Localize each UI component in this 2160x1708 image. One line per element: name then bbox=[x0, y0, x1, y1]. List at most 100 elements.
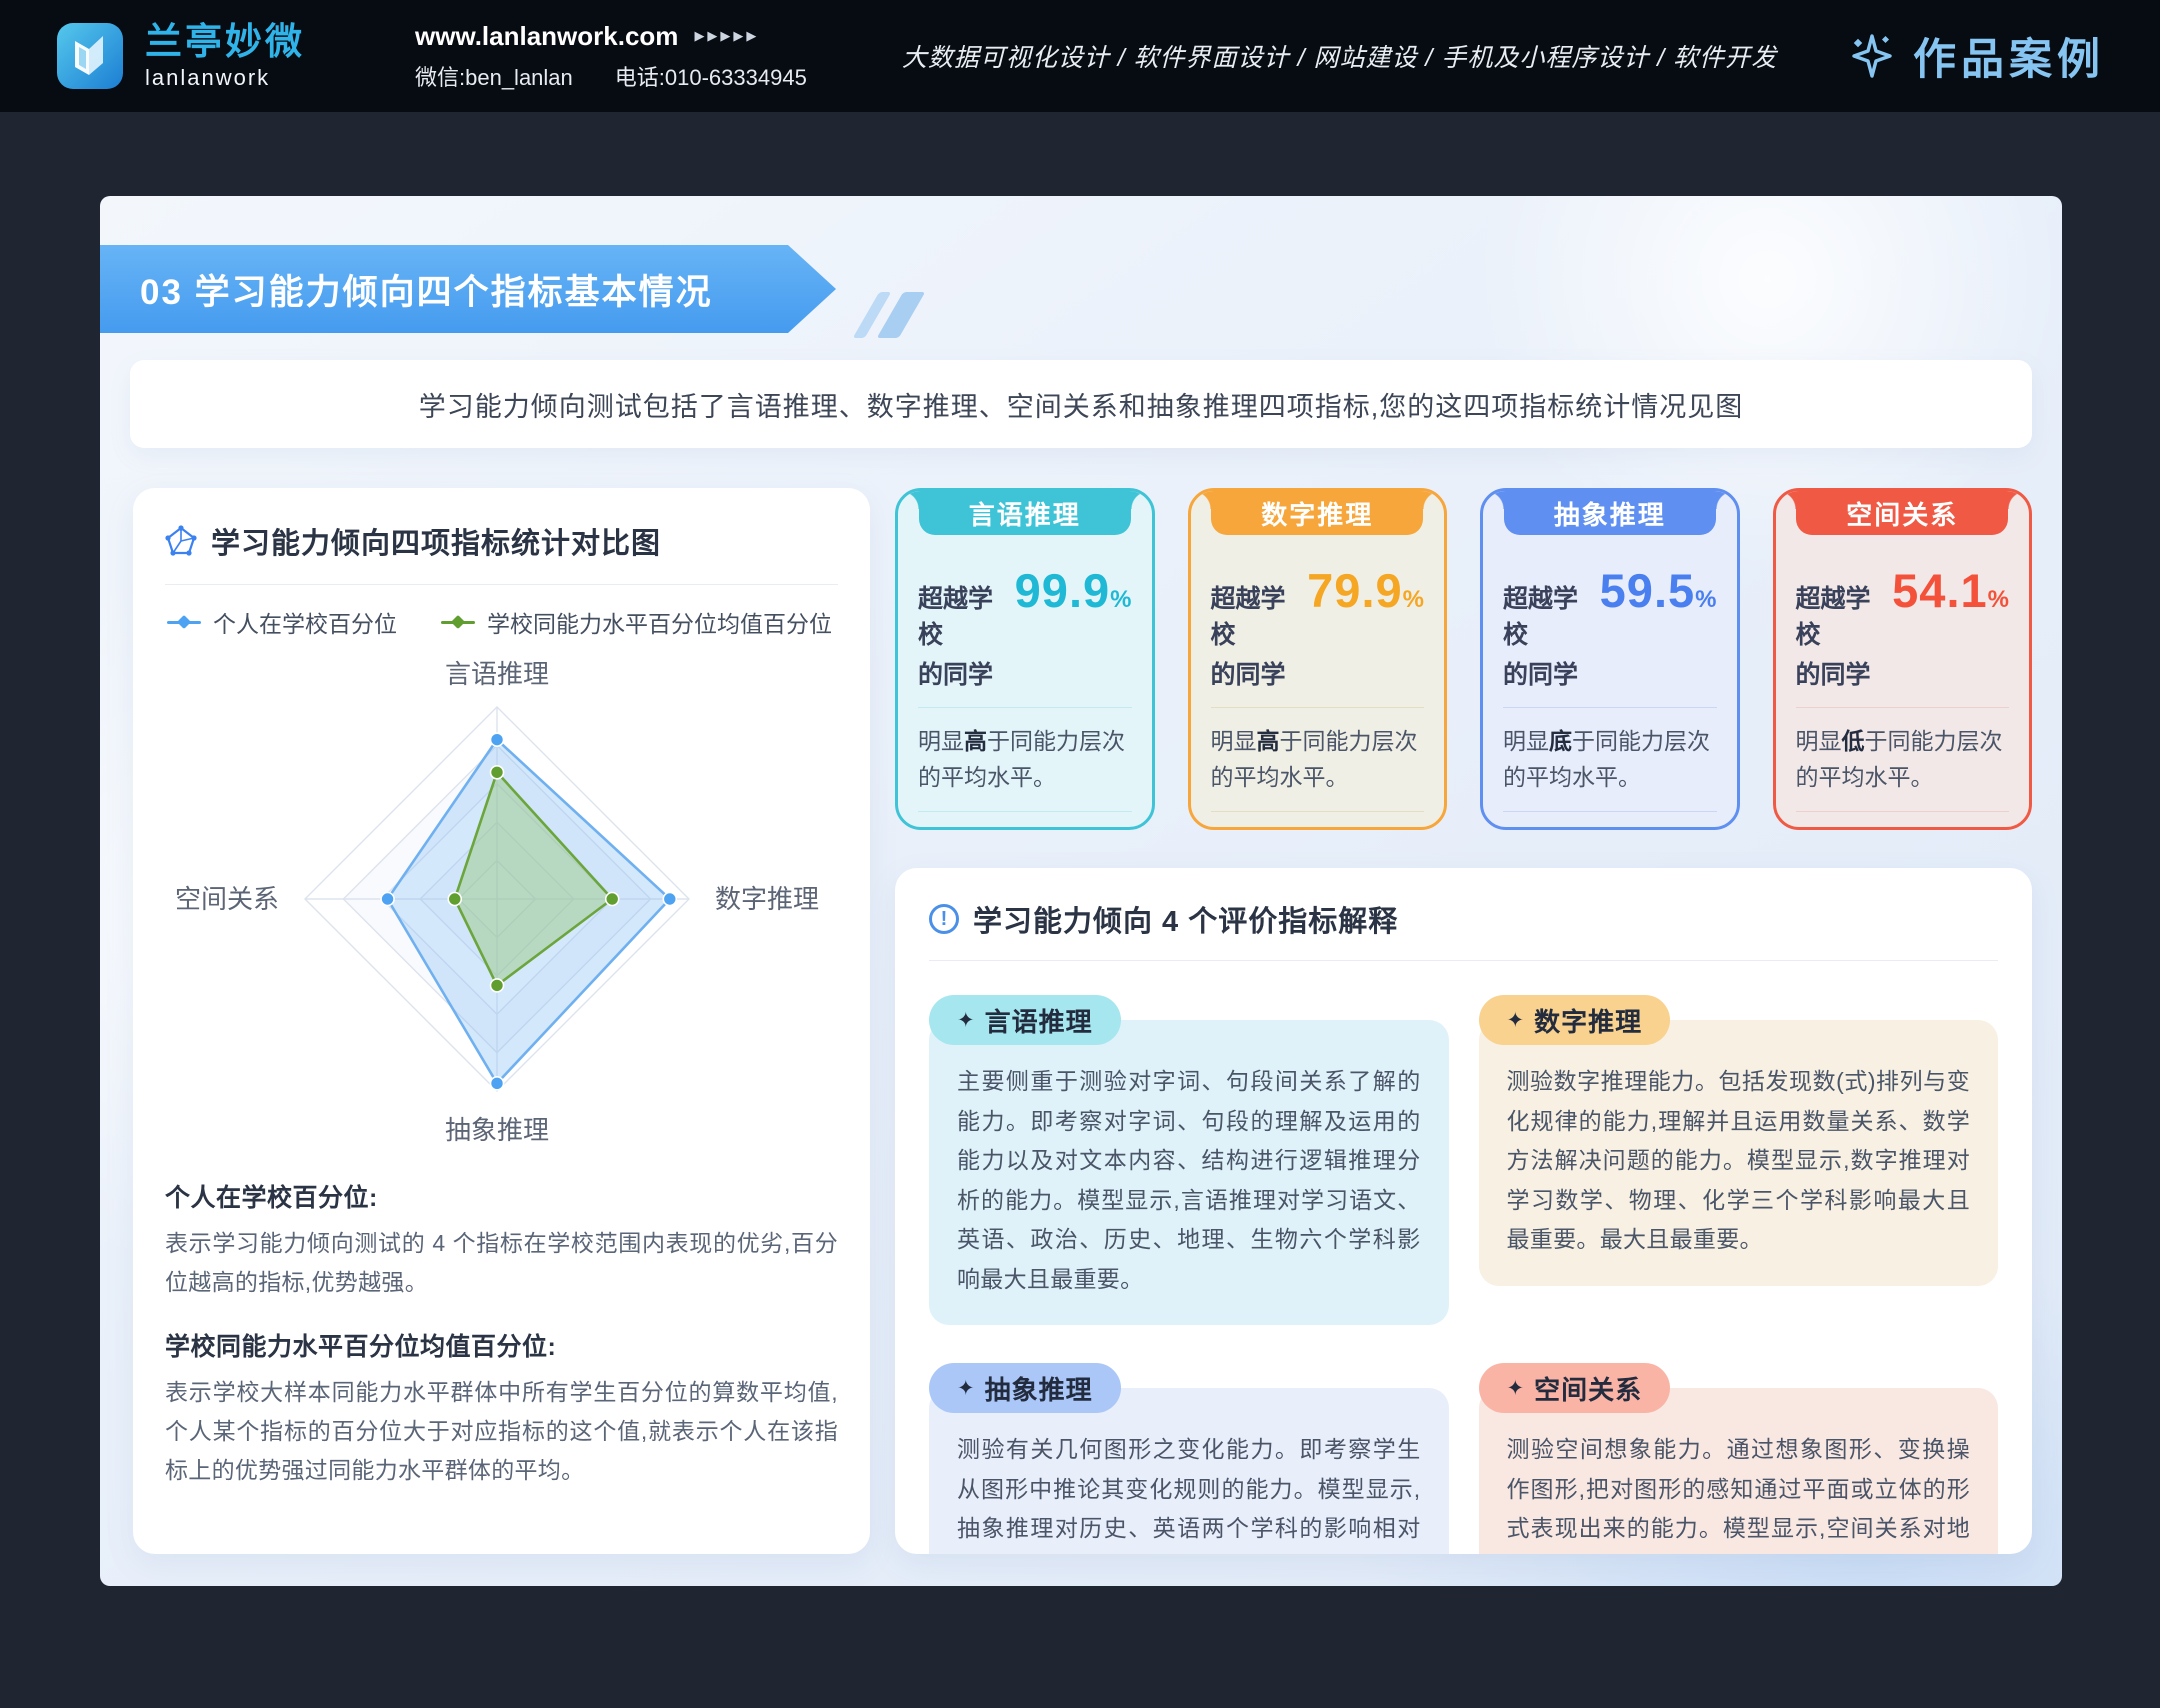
explain-pill: ✦ 抽象推理 bbox=[929, 1363, 1121, 1413]
stat-card-title: 数字推理 bbox=[1261, 495, 1373, 532]
radar-icon bbox=[165, 525, 197, 557]
section-title: 03 学习能力倾向四个指标基本情况 bbox=[140, 264, 713, 315]
website-link[interactable]: www.lanlanwork.com bbox=[415, 21, 678, 52]
stat-card-title: 言语推理 bbox=[969, 495, 1081, 532]
star-icon: ★ bbox=[1847, 828, 1884, 830]
divider bbox=[1796, 707, 2010, 708]
stat-prefix: 超越学校 bbox=[1796, 579, 1883, 651]
star-icon: ★ bbox=[1043, 828, 1080, 830]
logo-icon bbox=[55, 21, 125, 91]
explain-pill: ✦ 空间关系 bbox=[1479, 1363, 1671, 1413]
stat-percent: 54.1 bbox=[1892, 564, 1987, 617]
stat-description: 明显高于同能力层次的平均水平。 bbox=[1211, 724, 1425, 795]
stat-prefix: 超越学校 bbox=[1211, 579, 1298, 651]
note-body: 表示学校大样本同能力水平群体中所有学生百分位的算数平均值,个人某个指标的百分位大… bbox=[165, 1373, 838, 1489]
percent-sign: % bbox=[1988, 586, 2009, 613]
stat-suffix: 的同学 bbox=[1211, 655, 1425, 691]
note-heading: 学校同能力水平百分位均值百分位: bbox=[165, 1327, 838, 1363]
report-page: 03 学习能力倾向四个指标基本情况 学习能力倾向测试包括了言语推理、数字推理、空… bbox=[100, 196, 2062, 1586]
diamond-star-icon: ✦ bbox=[957, 1376, 975, 1401]
stat-percent: 99.9 bbox=[1015, 564, 1110, 617]
section-ribbon: 03 学习能力倾向四个指标基本情况 bbox=[100, 245, 836, 333]
divider bbox=[165, 584, 838, 585]
percent-sign: % bbox=[1403, 586, 1424, 613]
logo-title: 兰亭妙微 bbox=[145, 22, 305, 63]
star-icon: ★ bbox=[970, 828, 1007, 830]
svg-text:言语推理: 言语推理 bbox=[445, 659, 549, 689]
legend-label: 个人在学校百分位 bbox=[213, 605, 397, 639]
logo-subtitle: lanlanwork bbox=[145, 66, 305, 90]
sparkle-icon bbox=[1845, 30, 1897, 82]
explain-item-2: ✦ 抽象推理 测验有关几何图形之变化能力。即考察学生从图形中推论其变化规则的能力… bbox=[929, 1363, 1449, 1554]
radar-panel-title: 学习能力倾向四项指标统计对比图 bbox=[211, 520, 661, 562]
star-icon: ★ bbox=[1957, 828, 1994, 830]
stat-suffix: 的同学 bbox=[1503, 655, 1717, 691]
legend-item-0[interactable]: 个人在学校百分位 bbox=[167, 605, 397, 639]
radar-note-1: 学校同能力水平百分位均值百分位: 表示学校大样本同能力水平群体中所有学生百分位的… bbox=[165, 1327, 838, 1489]
legend-item-1[interactable]: 学校同能力水平百分位均值百分位 bbox=[441, 605, 832, 639]
star-rating: ★★★★★ bbox=[918, 828, 1132, 830]
diamond-star-icon: ✦ bbox=[1507, 1376, 1525, 1401]
star-icon: ★ bbox=[1884, 828, 1921, 830]
divider bbox=[1796, 811, 2010, 812]
star-icon: ★ bbox=[1372, 828, 1409, 830]
stat-prefix: 超越学校 bbox=[1503, 579, 1590, 651]
ribbon-slashes-decoration bbox=[866, 292, 912, 338]
explain-label: 抽象推理 bbox=[985, 1370, 1093, 1407]
explain-grid: ✦ 言语推理 主要侧重于测验对字词、句段间关系了解的能力。即考察对字词、句段的理… bbox=[929, 995, 1998, 1554]
legend-marker bbox=[167, 616, 201, 628]
diamond-star-icon: ✦ bbox=[1507, 1008, 1525, 1033]
top-header: 兰亭妙微 lanlanwork www.lanlanwork.com ▶▶▶▶▶… bbox=[0, 0, 2160, 112]
explain-text: 测验数字推理能力。包括发现数(式)排列与变化规律的能力,理解并且运用数量关系、数… bbox=[1479, 1020, 1999, 1286]
explain-text: 主要侧重于测验对字词、句段间关系了解的能力。即考察对字词、句段的理解及运用的能力… bbox=[929, 1020, 1449, 1325]
star-icon: ★ bbox=[1262, 828, 1299, 830]
divider bbox=[1503, 811, 1717, 812]
explain-panel-title: 学习能力倾向 4 个评价指标解释 bbox=[973, 898, 1398, 940]
stat-card-tab: 空间关系 bbox=[1796, 491, 2008, 535]
star-icon: ★ bbox=[1336, 828, 1373, 830]
star-icon: ★ bbox=[1006, 828, 1043, 830]
stat-card-title: 空间关系 bbox=[1846, 495, 1958, 532]
percent-sign: % bbox=[1695, 586, 1716, 613]
svg-text:抽象推理: 抽象推理 bbox=[445, 1115, 549, 1145]
explain-label: 数字推理 bbox=[1534, 1002, 1642, 1039]
star-icon: ★ bbox=[1628, 828, 1665, 830]
note-heading: 个人在学校百分位: bbox=[165, 1178, 838, 1214]
stat-suffix: 的同学 bbox=[918, 655, 1132, 691]
stat-description: 明显低于同能力层次的平均水平。 bbox=[1796, 724, 2010, 795]
portfolio-button[interactable]: 作品案例 bbox=[1845, 25, 2105, 87]
radar-note-0: 个人在学校百分位: 表示学习能力倾向测试的 4 个指标在学校范围内表现的优劣,百… bbox=[165, 1178, 838, 1301]
intro-text: 学习能力倾向测试包括了言语推理、数字推理、空间关系和抽象推理四项指标,您的这四项… bbox=[419, 385, 1744, 424]
divider bbox=[929, 960, 1998, 961]
diamond-star-icon: ✦ bbox=[957, 1008, 975, 1033]
star-icon: ★ bbox=[1080, 828, 1117, 830]
stat-card-3: 空间关系 超越学校 54.1% 的同学 明显低于同能力层次的平均水平。 ★★★★… bbox=[1773, 488, 2033, 830]
star-rating: ★★★★★ bbox=[1796, 828, 2010, 830]
divider bbox=[918, 811, 1132, 812]
info-icon: ! bbox=[929, 904, 959, 934]
explain-label: 言语推理 bbox=[985, 1002, 1093, 1039]
stat-card-0: 言语推理 超越学校 99.9% 的同学 明显高于同能力层次的平均水平。 ★★★★… bbox=[895, 488, 1155, 830]
star-icon: ★ bbox=[933, 828, 970, 830]
divider bbox=[1211, 707, 1425, 708]
star-icon: ★ bbox=[1665, 828, 1702, 830]
stat-card-2: 抽象推理 超越学校 59.5% 的同学 明显底于同能力层次的平均水平。 ★★★★… bbox=[1480, 488, 1740, 830]
explain-pill: ✦ 言语推理 bbox=[929, 995, 1121, 1045]
stat-cards-row: 言语推理 超越学校 99.9% 的同学 明显高于同能力层次的平均水平。 ★★★★… bbox=[895, 488, 2032, 830]
explain-text: 测验有关几何图形之变化能力。即考察学生从图形中推论其变化规则的能力。模型显示,抽… bbox=[929, 1388, 1449, 1554]
svg-text:数字推理: 数字推理 bbox=[715, 884, 819, 914]
services-list: 大数据可视化设计 / 软件界面设计 / 网站建设 / 手机及小程序设计 / 软件… bbox=[902, 38, 1777, 74]
radar-chart: 言语推理数字推理抽象推理 空间关系 bbox=[165, 643, 838, 1168]
explain-label: 空间关系 bbox=[1534, 1370, 1642, 1407]
stat-percent: 79.9 bbox=[1307, 564, 1402, 617]
stat-card-title: 抽象推理 bbox=[1554, 495, 1666, 532]
svg-text:空间关系: 空间关系 bbox=[175, 884, 279, 914]
star-icon: ★ bbox=[1518, 828, 1555, 830]
star-rating: ★★★★★ bbox=[1503, 828, 1717, 830]
explain-item-3: ✦ 空间关系 测验空间想象能力。通过想象图形、变换操作图形,把对图形的感知通过平… bbox=[1479, 1363, 1999, 1554]
divider bbox=[918, 707, 1132, 708]
site-info: www.lanlanwork.com ▶▶▶▶▶ 微信:ben_lanlan 电… bbox=[415, 21, 807, 92]
star-rating: ★★★★★ bbox=[1211, 828, 1425, 830]
explain-item-1: ✦ 数字推理 测验数字推理能力。包括发现数(式)排列与变化规律的能力,理解并且运… bbox=[1479, 995, 1999, 1325]
star-icon: ★ bbox=[1225, 828, 1262, 830]
